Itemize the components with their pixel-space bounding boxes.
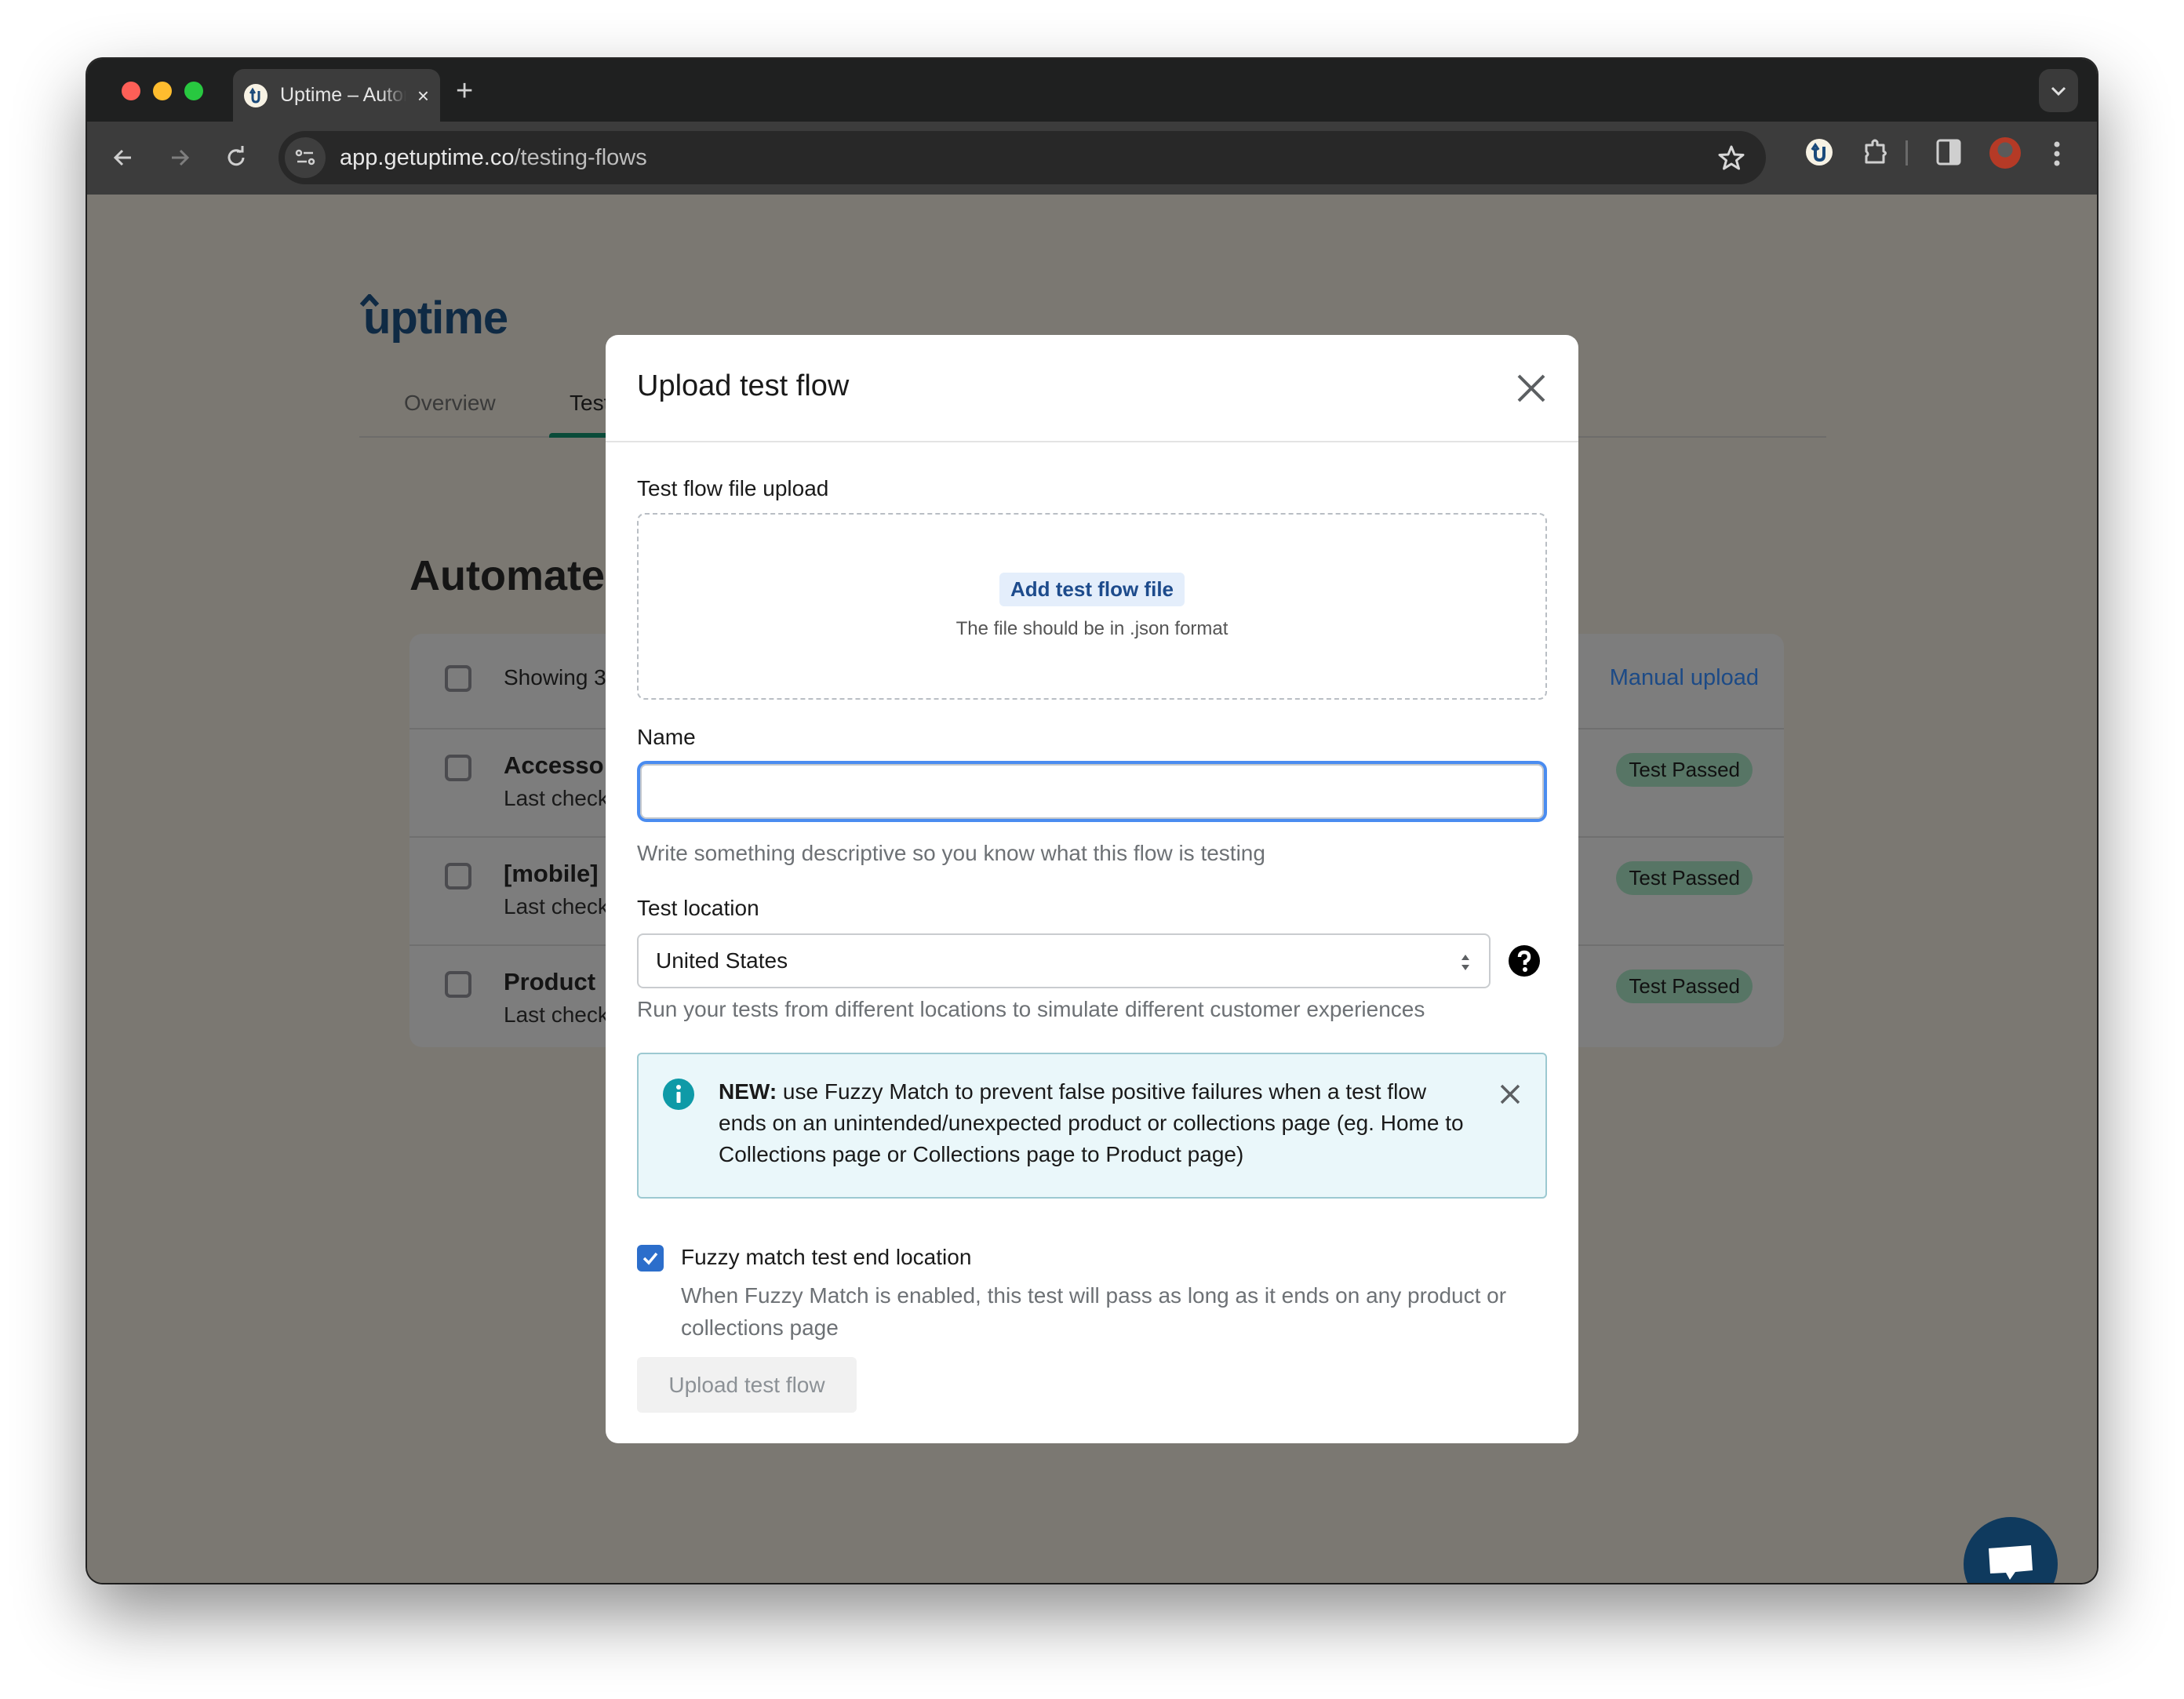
tab-search-button[interactable] [2039,69,2078,112]
arrow-right-icon [172,149,190,166]
banner-strong: NEW: [719,1079,777,1104]
new-tab-button[interactable]: + [456,76,473,106]
page-heading: Automate [410,552,606,599]
tab-title: Uptime – Automated store testing [280,84,406,106]
tab-overview[interactable]: Overview [404,391,496,416]
arrow-left-icon [113,149,131,166]
flow-last-checked: Last check [504,786,609,810]
url-text: app.getuptime.co/testing-flows [340,145,647,171]
select-all-checkbox[interactable] [445,665,471,692]
status-badge: Test Passed [1616,753,1753,787]
test-location-label: Test location [637,896,759,920]
checkmark-icon [642,1252,658,1265]
add-test-flow-file-button[interactable]: Add test flow file [999,573,1185,606]
browser-window: Uptime – Automated store testing × + app… [87,59,2097,1583]
close-window-button[interactable] [122,82,140,100]
browser-toolbar: app.getuptime.co/testing-flows [87,122,2097,195]
side-panel-icon[interactable] [1936,139,1961,166]
fuzzy-match-banner: NEW: use Fuzzy Match to prevent false po… [637,1053,1547,1199]
tab-testing-flows[interactable]: Test [570,391,610,416]
chat-bubble-icon [1989,1545,2033,1580]
back-button[interactable] [109,144,137,172]
banner-body: use Fuzzy Match to prevent false positiv… [719,1079,1464,1166]
fuzzy-match-checkbox[interactable] [637,1245,664,1272]
name-input[interactable] [637,761,1547,822]
fuzzy-match-description: When Fuzzy Match is enabled, this test w… [681,1283,1507,1340]
flow-title[interactable]: Product [504,968,595,996]
chat-launcher-button[interactable] [1964,1517,2058,1583]
help-question-icon[interactable] [1508,944,1541,977]
chevron-down-icon [2051,86,2066,96]
page-content: uptime Overview Test Automate Showing 3 … [87,195,2097,1583]
showing-count: Showing 3 [504,665,606,689]
file-dropzone[interactable]: Add test flow file The file should be in… [637,513,1547,700]
banner-dismiss-icon[interactable] [1498,1082,1522,1106]
select-arrows-icon [1461,955,1469,970]
fuzzy-match-label[interactable]: Fuzzy match test end location [681,1245,971,1270]
url-host: app.getuptime.co [340,144,515,170]
name-label: Name [637,725,696,749]
browser-menu-icon[interactable] [2053,140,2061,167]
test-location-select[interactable]: United States [637,933,1491,988]
close-icon [1517,374,1545,402]
flow-last-checked: Last check [504,894,609,919]
url-path: /testing-flows [514,144,647,170]
manual-upload-link[interactable]: Manual upload [1610,665,1759,691]
location-help-text: Run your tests from different locations … [637,997,1425,1021]
file-format-hint: The file should be in .json format [956,618,1228,639]
reload-icon [228,146,245,166]
info-icon [663,1079,694,1110]
test-location-value: United States [656,948,788,973]
modal-header: Upload test flow [606,335,1578,442]
modal-title: Upload test flow [637,369,850,402]
uptime-logo[interactable]: uptime [363,292,508,344]
profile-avatar[interactable] [1989,137,2021,169]
upload-test-flow-modal: Upload test flow Test flow file upload A… [606,335,1578,1443]
forward-button[interactable] [166,144,194,172]
address-bar[interactable]: app.getuptime.co/testing-flows [278,131,1766,184]
tab-strip: Uptime – Automated store testing × + [87,59,2097,122]
row-checkbox[interactable] [445,755,471,781]
browser-tab-active[interactable]: Uptime – Automated store testing × [233,69,440,122]
modal-close-button[interactable] [1514,371,1549,406]
status-badge: Test Passed [1616,970,1753,1003]
extensions-puzzle-icon[interactable] [1862,137,1891,167]
row-checkbox[interactable] [445,863,471,890]
file-upload-label: Test flow file upload [637,476,829,500]
maximize-window-button[interactable] [184,82,203,100]
upload-test-flow-button[interactable]: Upload test flow [637,1357,857,1413]
tab-close-icon[interactable]: × [417,85,429,106]
row-checkbox[interactable] [445,971,471,998]
banner-text: NEW: use Fuzzy Match to prevent false po… [719,1076,1472,1170]
minimize-window-button[interactable] [153,82,172,100]
site-settings-icon[interactable] [285,137,326,178]
flow-last-checked: Last check [504,1002,609,1027]
toolbar-divider [1906,140,1908,166]
bookmark-star-icon[interactable] [1717,144,1745,176]
flow-title[interactable]: [mobile] [504,860,599,888]
name-help-text: Write something descriptive so you know … [637,841,1265,865]
uptime-extension-icon[interactable] [1805,138,1833,166]
uptime-favicon-icon [244,83,268,107]
status-badge: Test Passed [1616,861,1753,895]
flow-title[interactable]: Accesso [504,751,604,780]
reload-button[interactable] [222,144,250,172]
